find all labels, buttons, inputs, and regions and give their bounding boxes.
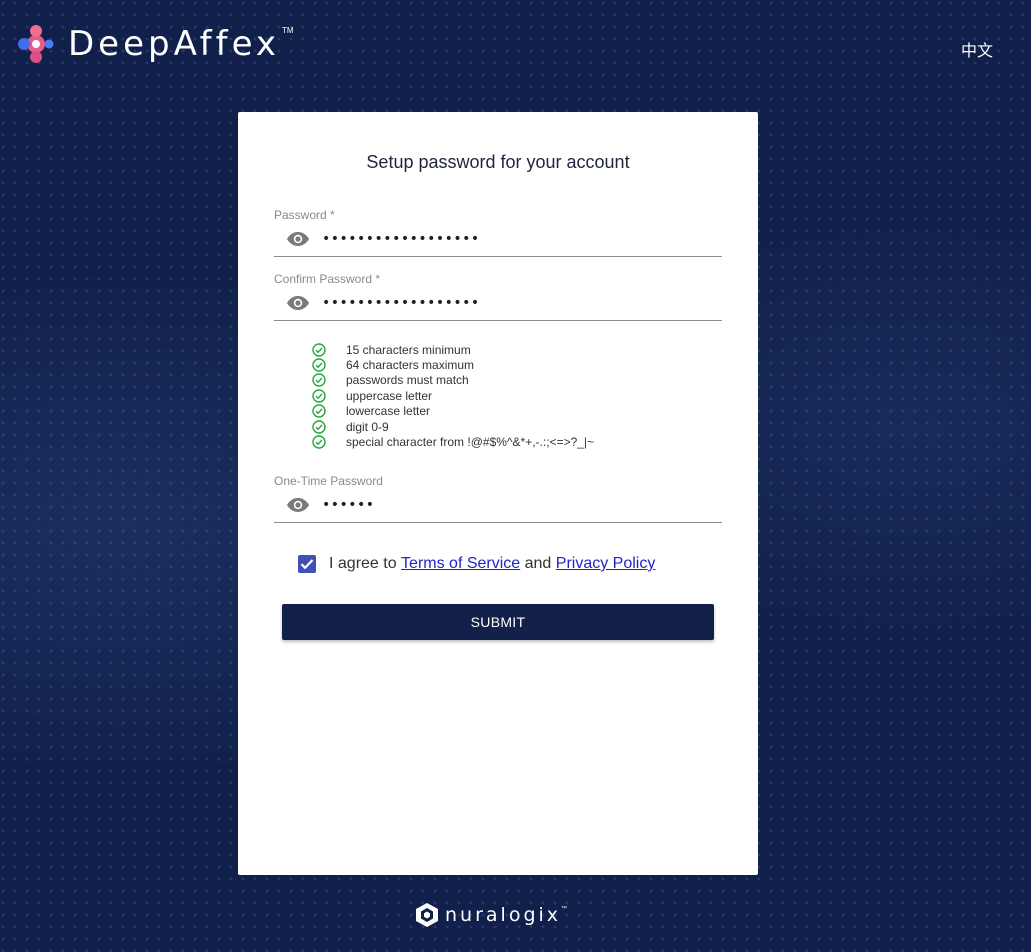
requirement-text: 64 characters maximum [346, 358, 475, 373]
check-circle-icon [312, 342, 326, 357]
language-toggle[interactable]: 中文 [961, 37, 993, 61]
agree-prefix: I agree to [329, 555, 402, 572]
nuralogix-logo: nuralogix ™ [415, 902, 567, 928]
requirement-item: 64 characters maximum [312, 357, 594, 372]
requirement-text: passwords must match [346, 373, 469, 388]
checkmark-icon [300, 559, 314, 570]
requirement-text: uppercase letter [346, 388, 433, 403]
eye-icon[interactable] [274, 295, 322, 311]
password-label: Password * [274, 208, 335, 222]
submit-button[interactable]: SUBMIT [282, 604, 714, 640]
check-circle-icon [312, 358, 326, 372]
requirement-item: passwords must match [312, 373, 594, 388]
requirement-item: special character from !@#$%^&*+,-.:;<=>… [312, 434, 594, 449]
check-circle-icon [312, 389, 326, 403]
brand-name: DeepAffex [68, 24, 281, 64]
password-input[interactable] [322, 231, 702, 247]
requirement-item: uppercase letter [312, 388, 594, 403]
footer-brand: nuralogix [445, 904, 562, 926]
agree-checkbox[interactable] [298, 555, 316, 573]
requirement-item: digit 0-9 [312, 419, 594, 434]
password-field: Password * [274, 208, 722, 257]
deepaffex-logo-mark-icon [18, 25, 54, 63]
requirement-item: lowercase letter [312, 404, 594, 419]
otp-input[interactable] [322, 497, 702, 513]
page-title: Setup password for your account [366, 152, 630, 172]
check-circle-icon [312, 373, 326, 388]
check-circle-icon [312, 404, 326, 418]
requirement-text: 15 characters minimum [346, 342, 471, 357]
otp-label: One-Time Password [274, 474, 383, 488]
terms-of-service-link[interactable]: Terms of Service [401, 555, 520, 573]
terms-agreement: I agree to Terms of Service and Privacy … [298, 555, 655, 573]
brand-trademark: TM [282, 26, 294, 35]
privacy-policy-link[interactable]: Privacy Policy [556, 555, 656, 573]
eye-icon[interactable] [274, 231, 322, 247]
requirement-item: 15 characters minimum [312, 342, 594, 357]
footer-trademark: ™ [561, 906, 568, 912]
requirement-text: lowercase letter [346, 404, 431, 419]
check-circle-icon [312, 419, 326, 434]
otp-field: One-Time Password [274, 474, 722, 523]
confirm-password-input[interactable] [322, 295, 702, 311]
password-requirements: 15 characters minimum 64 characters maxi… [312, 342, 594, 450]
deepaffex-logo: DeepAffex TM [16, 22, 294, 66]
setup-password-card: Setup password for your account Password… [238, 112, 758, 875]
requirement-text: digit 0-9 [346, 419, 389, 434]
confirm-password-label: Confirm Password * [274, 272, 381, 286]
agree-middle: and [520, 555, 556, 572]
check-circle-icon [312, 435, 326, 449]
confirm-password-field: Confirm Password * [274, 272, 722, 321]
nuralogix-logo-mark-icon [416, 903, 438, 927]
requirement-text: special character from !@#$%^&*+,-.:;<=>… [346, 435, 595, 450]
eye-icon[interactable] [274, 497, 322, 513]
